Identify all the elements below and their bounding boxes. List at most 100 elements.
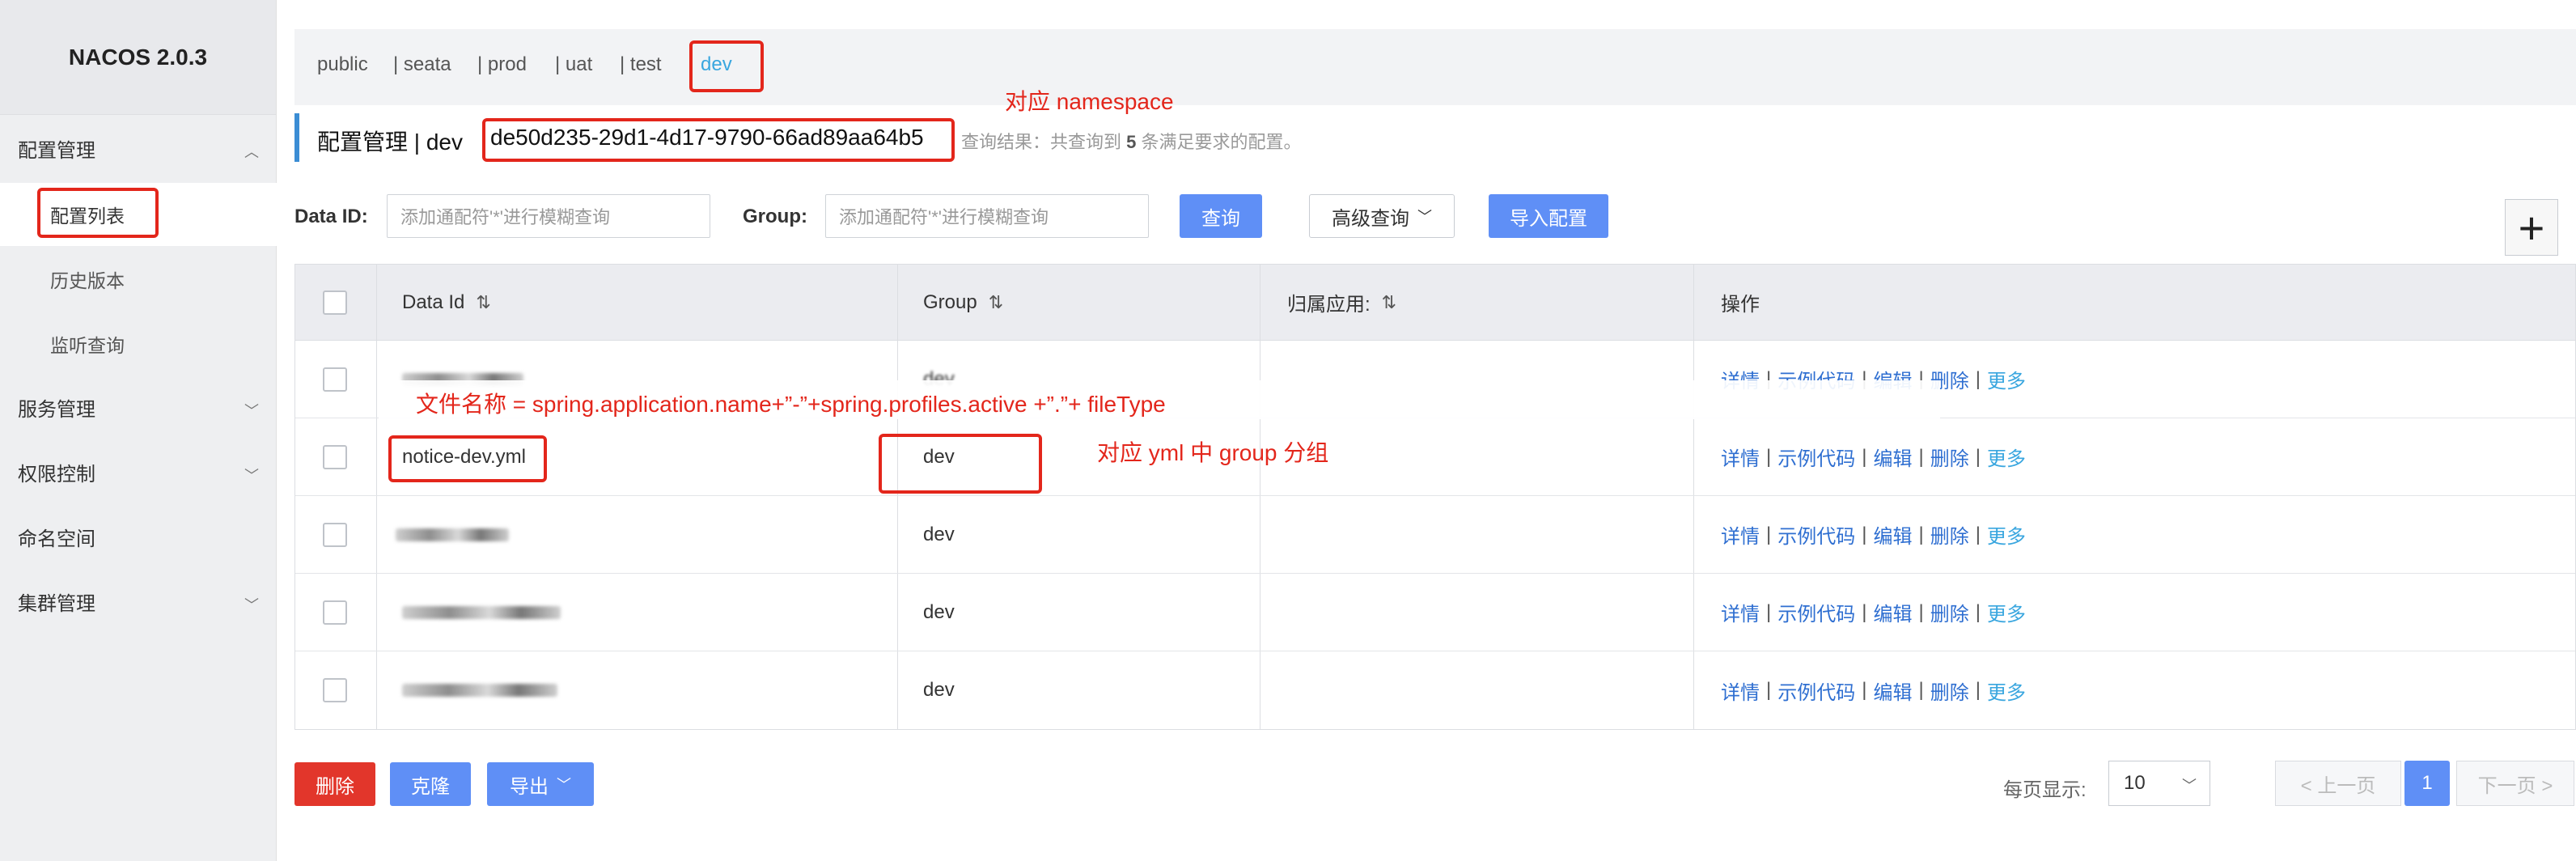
sidebar-item-label: 配置管理 xyxy=(18,139,95,162)
namespace-tab-public[interactable]: public xyxy=(317,53,368,76)
data-id-cell[interactable] xyxy=(402,651,557,729)
sidebar-item-label: 集群管理 xyxy=(18,592,95,615)
edit-link[interactable]: 编辑 xyxy=(1873,598,1912,626)
delete-link[interactable]: 删除 xyxy=(1930,443,1969,471)
delete-button[interactable]: 删除 xyxy=(294,762,375,806)
detail-link[interactable]: 详情 xyxy=(1721,443,1760,471)
detail-link[interactable]: 详情 xyxy=(1721,676,1760,705)
next-page-button[interactable]: 下一页 > xyxy=(2456,761,2574,806)
prev-page-button[interactable]: < 上一页 xyxy=(2275,761,2401,806)
row-checkbox[interactable] xyxy=(323,367,347,392)
sample-code-link[interactable]: 示例代码 xyxy=(1777,676,1855,705)
export-button[interactable]: 导出 ﹀ xyxy=(487,762,594,806)
sort-icon[interactable]: ⇅ xyxy=(989,292,1003,313)
annotation-filename-note: 文件名称 = spring.application.name+”-”+sprin… xyxy=(416,392,1166,417)
chevron-down-icon: ﹀ xyxy=(2182,778,2197,794)
advanced-query-button[interactable]: 高级查询 ﹀ xyxy=(1309,194,1455,238)
column-header-ops: 操作 xyxy=(1721,294,1760,316)
query-result-summary: 查询结果：共查询到 5 条满足要求的配置。 xyxy=(961,128,1302,154)
delete-link[interactable]: 删除 xyxy=(1930,676,1969,705)
table-header: Data Id ⇅ Group ⇅ 归属应用: ⇅ 操作 xyxy=(295,265,2575,341)
clone-button[interactable]: 克隆 xyxy=(390,762,471,806)
select-all-checkbox[interactable] xyxy=(323,290,347,315)
edit-link[interactable]: 编辑 xyxy=(1873,443,1912,471)
row-checkbox[interactable] xyxy=(323,678,347,702)
group-input[interactable]: 添加通配符'*'进行模糊查询 xyxy=(825,194,1149,238)
more-link[interactable]: 更多 xyxy=(1987,598,2026,626)
column-header-group[interactable]: Group ⇅ xyxy=(923,265,1003,340)
result-count: 5 xyxy=(1126,132,1137,152)
table-row: dev 详情 | 示例代码 | 编辑 | 删除 | 更多 xyxy=(295,574,2575,651)
edit-link[interactable]: 编辑 xyxy=(1873,676,1912,705)
edit-link[interactable]: 编辑 xyxy=(1873,520,1912,549)
import-config-button[interactable]: 导入配置 xyxy=(1489,194,1608,238)
more-link[interactable]: 更多 xyxy=(1987,676,2026,705)
sort-icon[interactable]: ⇅ xyxy=(476,292,490,313)
group-cell: dev xyxy=(923,679,955,701)
sidebar-item-config-mgmt[interactable]: 配置管理 ︿ xyxy=(0,117,277,180)
sidebar-item-history[interactable]: 历史版本 xyxy=(0,248,277,311)
row-checkbox[interactable] xyxy=(323,444,347,469)
detail-link[interactable]: 详情 xyxy=(1721,598,1760,626)
sort-icon[interactable]: ⇅ xyxy=(1382,292,1396,313)
group-cell: dev xyxy=(923,523,955,545)
namespace-tab-seata[interactable]: | seata xyxy=(393,53,451,76)
data-id-cell[interactable] xyxy=(396,496,509,573)
data-id-input[interactable]: 添加通配符'*'进行模糊查询 xyxy=(387,194,710,238)
more-link[interactable]: 更多 xyxy=(1987,365,2026,393)
separator: | xyxy=(1918,523,1924,545)
column-header-app[interactable]: 归属应用: ⇅ xyxy=(1287,265,1396,340)
sample-code-link[interactable]: 示例代码 xyxy=(1777,443,1855,471)
row-checkbox[interactable] xyxy=(323,522,347,547)
annotation-box-config-list xyxy=(37,188,159,238)
more-link[interactable]: 更多 xyxy=(1987,520,2026,549)
page-1-button[interactable]: 1 xyxy=(2404,761,2450,806)
page-size-value: 10 xyxy=(2124,772,2146,794)
annotation-group-note: 对应 yml 中 group 分组 xyxy=(1097,440,1329,465)
query-button[interactable]: 查询 xyxy=(1180,194,1262,238)
separator: | xyxy=(1766,600,1772,623)
namespace-tab-prod[interactable]: | prod xyxy=(477,53,527,76)
sidebar: NACOS 2.0.3 配置管理 ︿ 配置列表 历史版本 监听查询 服务管理 ﹀… xyxy=(0,0,277,861)
namespace-tab-uat[interactable]: | uat xyxy=(555,53,592,76)
redacted-data-id xyxy=(402,684,557,697)
row-checkbox[interactable] xyxy=(323,600,347,625)
table-row: dev 详情 | 示例代码 | 编辑 | 删除 | 更多 xyxy=(295,496,2575,574)
data-id-cell[interactable] xyxy=(402,574,561,651)
column-header-data-id[interactable]: Data Id ⇅ xyxy=(402,265,491,340)
detail-link[interactable]: 详情 xyxy=(1721,520,1760,549)
sidebar-item-listen-query[interactable]: 监听查询 xyxy=(0,312,277,375)
sidebar-item-label: 权限控制 xyxy=(18,463,95,486)
namespace-tab-test[interactable]: | test xyxy=(620,53,662,76)
result-suffix: 条满足要求的配置。 xyxy=(1141,132,1302,152)
delete-link[interactable]: 删除 xyxy=(1930,598,1969,626)
sidebar-item-access-control[interactable]: 权限控制 ﹀ xyxy=(0,440,277,503)
chevron-down-icon: ﹀ xyxy=(557,777,571,793)
sidebar-item-service-mgmt[interactable]: 服务管理 ﹀ xyxy=(0,375,277,439)
result-prefix: 查询结果：共查询到 xyxy=(961,132,1122,152)
separator: | xyxy=(1918,445,1924,468)
chevron-down-icon: ﹀ xyxy=(244,597,259,613)
add-config-button[interactable]: + xyxy=(2505,199,2558,256)
advanced-query-label: 高级查询 xyxy=(1332,207,1409,230)
sidebar-item-namespace[interactable]: 命名空间 xyxy=(0,505,277,568)
sidebar-item-cluster-mgmt[interactable]: 集群管理 ﹀ xyxy=(0,570,277,633)
separator: | xyxy=(1766,679,1772,701)
delete-link[interactable]: 删除 xyxy=(1930,520,1969,549)
separator: | xyxy=(1975,600,1981,623)
chevron-down-icon: ﹀ xyxy=(244,403,259,419)
annotation-box-data-id xyxy=(388,435,547,482)
sample-code-link[interactable]: 示例代码 xyxy=(1777,520,1855,549)
sidebar-item-label: 监听查询 xyxy=(50,335,125,356)
sample-code-link[interactable]: 示例代码 xyxy=(1777,598,1855,626)
page-size-label: 每页显示: xyxy=(2003,779,2087,801)
data-id-label: Data ID: xyxy=(294,206,368,227)
more-link[interactable]: 更多 xyxy=(1987,443,2026,471)
separator: | xyxy=(1975,367,1981,390)
row-actions: 详情 | 示例代码 | 编辑 | 删除 | 更多 xyxy=(1721,418,2026,495)
column-header-label: Group xyxy=(923,291,977,313)
config-table: Data Id ⇅ Group ⇅ 归属应用: ⇅ 操作 dev | | | 删… xyxy=(294,264,2576,730)
separator: | xyxy=(1975,523,1981,545)
annotation-box-namespace-id xyxy=(482,118,955,162)
page-size-select[interactable]: 10 ﹀ xyxy=(2108,761,2210,806)
